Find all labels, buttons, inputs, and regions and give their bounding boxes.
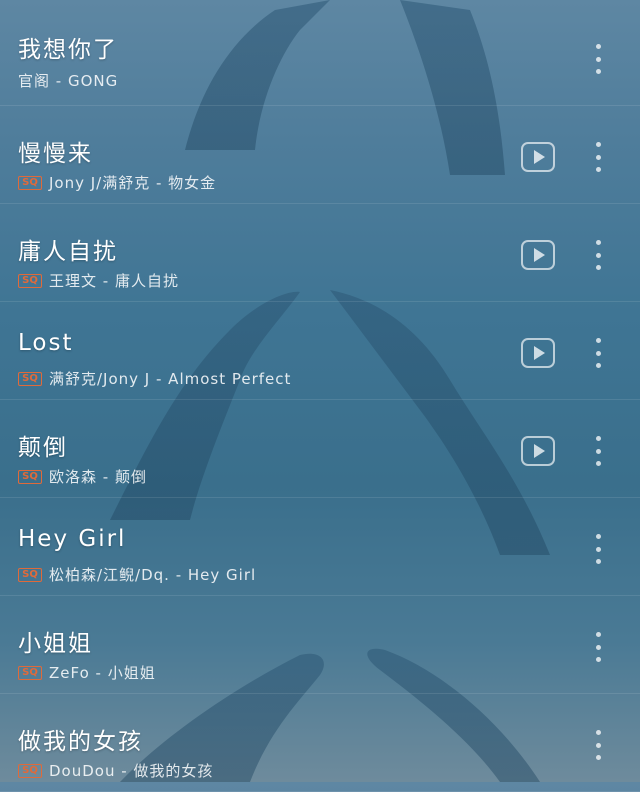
sq-quality-icon: SQ bbox=[18, 273, 42, 288]
song-title: 慢慢来 bbox=[18, 141, 93, 167]
sq-quality-icon: SQ bbox=[18, 371, 42, 386]
song-artist-album: ZeFo - 小姐姐 bbox=[49, 664, 156, 682]
song-row[interactable]: 慢慢来 SQ Jony J/满舒克 - 物女金 bbox=[0, 106, 640, 204]
sq-quality-icon: SQ bbox=[18, 665, 42, 680]
more-vertical-icon[interactable] bbox=[592, 142, 604, 172]
song-row[interactable]: 小姐姐 SQ ZeFo - 小姐姐 bbox=[0, 596, 640, 694]
more-vertical-icon[interactable] bbox=[592, 534, 604, 564]
song-title: Lost bbox=[18, 330, 74, 356]
song-row[interactable]: 我想你了 官阁 - GONG bbox=[0, 0, 640, 106]
song-subtitle: SQ 松柏森/江鲵/Dq. - Hey Girl bbox=[18, 564, 256, 585]
song-subtitle: SQ 王理文 - 庸人自扰 bbox=[18, 270, 179, 291]
song-title: Hey Girl bbox=[18, 526, 127, 552]
more-vertical-icon[interactable] bbox=[592, 338, 604, 368]
song-artist-album: 王理文 - 庸人自扰 bbox=[49, 272, 179, 290]
song-list: 我想你了 官阁 - GONG 慢慢来 SQ Jony J/满舒克 - 物女金 庸… bbox=[0, 0, 640, 792]
sq-quality-icon: SQ bbox=[18, 763, 42, 778]
song-artist-album: 欧洛森 - 颠倒 bbox=[49, 468, 147, 486]
sq-quality-icon: SQ bbox=[18, 175, 42, 190]
play-icon[interactable] bbox=[521, 338, 555, 368]
song-subtitle: SQ DouDou - 做我的女孩 bbox=[18, 760, 213, 781]
play-icon[interactable] bbox=[521, 240, 555, 270]
song-subtitle: SQ Jony J/满舒克 - 物女金 bbox=[18, 172, 216, 193]
song-title: 颠倒 bbox=[18, 435, 68, 461]
song-row[interactable]: 颠倒 SQ 欧洛森 - 颠倒 bbox=[0, 400, 640, 498]
play-icon[interactable] bbox=[521, 142, 555, 172]
song-row[interactable]: Hey Girl SQ 松柏森/江鲵/Dq. - Hey Girl bbox=[0, 498, 640, 596]
song-artist-album: Jony J/满舒克 - 物女金 bbox=[49, 174, 217, 192]
song-row[interactable]: Lost SQ 满舒克/Jony J - Almost Perfect bbox=[0, 302, 640, 400]
more-vertical-icon[interactable] bbox=[592, 730, 604, 760]
more-vertical-icon[interactable] bbox=[592, 240, 604, 270]
song-subtitle: SQ ZeFo - 小姐姐 bbox=[18, 662, 156, 683]
song-title: 做我的女孩 bbox=[18, 729, 143, 755]
more-vertical-icon[interactable] bbox=[592, 44, 604, 74]
song-artist-album: 官阁 - GONG bbox=[18, 72, 119, 90]
song-subtitle: SQ 满舒克/Jony J - Almost Perfect bbox=[18, 368, 291, 389]
song-subtitle: SQ 欧洛森 - 颠倒 bbox=[18, 466, 147, 487]
sq-quality-icon: SQ bbox=[18, 469, 42, 484]
more-vertical-icon[interactable] bbox=[592, 436, 604, 466]
play-icon[interactable] bbox=[521, 436, 555, 466]
song-artist-album: 松柏森/江鲵/Dq. - Hey Girl bbox=[49, 566, 257, 584]
song-title: 庸人自扰 bbox=[18, 239, 118, 265]
song-artist-album: 满舒克/Jony J - Almost Perfect bbox=[49, 370, 292, 388]
song-artist-album: DouDou - 做我的女孩 bbox=[49, 762, 214, 780]
song-title: 小姐姐 bbox=[18, 631, 93, 657]
song-subtitle: 官阁 - GONG bbox=[18, 70, 118, 91]
sq-quality-icon: SQ bbox=[18, 567, 42, 582]
more-vertical-icon[interactable] bbox=[592, 632, 604, 662]
song-title: 我想你了 bbox=[18, 37, 118, 63]
song-row[interactable]: 庸人自扰 SQ 王理文 - 庸人自扰 bbox=[0, 204, 640, 302]
song-row[interactable]: 做我的女孩 SQ DouDou - 做我的女孩 bbox=[0, 694, 640, 792]
